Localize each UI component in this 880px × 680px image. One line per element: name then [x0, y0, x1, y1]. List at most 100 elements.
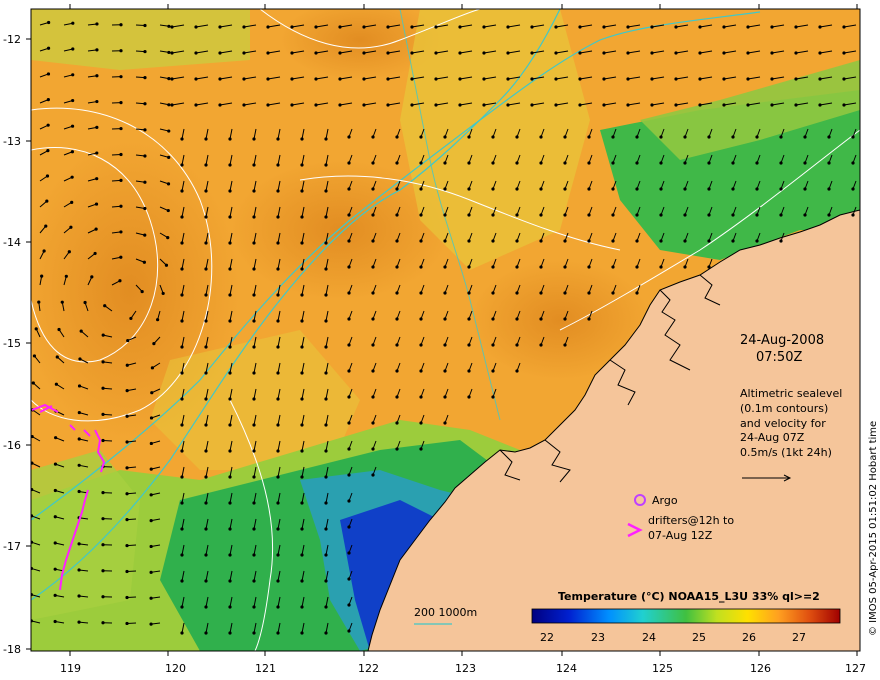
velocity-arrow-head [515, 187, 519, 191]
velocity-arrow-head [167, 50, 171, 55]
velocity-arrow-head [434, 103, 438, 107]
velocity-arrow-head [77, 489, 81, 494]
description-line: Altimetric sealevel [740, 387, 842, 400]
velocity-arrow-head [338, 51, 342, 55]
velocity-arrow-head [71, 73, 75, 77]
velocity-arrow-head [842, 51, 846, 55]
velocity-arrow-head [491, 213, 495, 217]
description-line: 0.5m/s (1kt 24h) [740, 446, 832, 459]
velocity-arrow-head [143, 206, 147, 211]
velocity-arrow-head [515, 265, 519, 269]
velocity-arrow-head [650, 51, 654, 55]
velocity-arrow-head [482, 25, 486, 29]
velocity-arrow-head [707, 187, 711, 191]
velocity-arrow-head [491, 161, 495, 165]
velocity-arrow-head [515, 291, 519, 295]
velocity-arrow-head [851, 187, 855, 191]
velocity-arrow-head [167, 24, 171, 28]
velocity-arrow-head [635, 265, 639, 269]
velocity-arrow-head [125, 440, 129, 444]
velocity-arrow-head [42, 249, 46, 253]
velocity-arrow-head [347, 343, 351, 347]
velocity-arrow-head [150, 366, 155, 370]
velocity-arrow-head [419, 265, 423, 269]
velocity-arrow-head [180, 501, 184, 505]
velocity-arrow-head [204, 371, 208, 375]
velocity-arrow-head [34, 327, 38, 331]
velocity-arrow-head [276, 579, 280, 583]
velocity-arrow-head [71, 47, 75, 51]
velocity-arrow-head [276, 605, 280, 609]
velocity-arrow-head [371, 343, 375, 347]
colorbar-tick: 25 [692, 631, 706, 644]
lon-tick-label: 121 [255, 662, 276, 675]
velocity-arrow-head [101, 333, 105, 337]
velocity-arrow-head [419, 239, 423, 243]
velocity-arrow-head [530, 51, 534, 55]
velocity-arrow-head [228, 293, 232, 297]
velocity-arrow-head [149, 441, 153, 446]
velocity-arrow-head [395, 421, 399, 425]
velocity-arrow-head [443, 187, 447, 191]
velocity-arrow-head [803, 161, 807, 165]
velocity-arrow-head [164, 263, 169, 267]
velocity-arrow-head [587, 291, 591, 295]
velocity-arrow-head [827, 161, 831, 165]
velocity-arrow-head [659, 213, 663, 217]
velocity-arrow-head [170, 25, 174, 29]
velocity-arrow-head [362, 51, 366, 55]
velocity-arrow-head [204, 241, 208, 245]
velocity-arrow-head [276, 319, 280, 323]
velocity-arrow-head [324, 163, 328, 167]
velocity-arrow-head [228, 423, 232, 427]
velocity-arrow-head [143, 102, 147, 106]
velocity-arrow-head [300, 267, 304, 271]
velocity-arrow-head [587, 239, 591, 243]
colorbar-tick: 26 [742, 631, 756, 644]
velocity-arrow-head [204, 137, 208, 141]
velocity-arrow-head [324, 371, 328, 375]
velocity-arrow-head [103, 304, 107, 308]
velocity-arrow-head [204, 449, 208, 453]
velocity-arrow-head [93, 251, 97, 256]
velocity-arrow-head [324, 293, 328, 297]
velocity-arrow-head [482, 77, 486, 81]
velocity-arrow-head [491, 135, 495, 139]
velocity-arrow-head [101, 491, 105, 495]
sst-map: -12 -13 -14 -15 -16 -17 -18 119 120 121 … [3, 4, 879, 675]
velocity-arrow-head [125, 414, 129, 418]
velocity-arrow-head [578, 51, 582, 55]
velocity-arrow-head [180, 319, 184, 323]
velocity-arrow-head [125, 543, 129, 548]
velocity-arrow-head [698, 103, 702, 107]
velocity-arrow-head [410, 77, 414, 81]
velocity-arrow-head [803, 135, 807, 139]
velocity-arrow-head [611, 291, 615, 295]
velocity-arrow-head [443, 317, 447, 321]
velocity-arrow-head [204, 163, 208, 167]
velocity-arrow-head [410, 103, 414, 107]
velocity-arrow-head [119, 255, 123, 259]
velocity-arrow-head [167, 155, 171, 159]
velocity-arrow-head [722, 77, 726, 81]
velocity-arrow-head [57, 327, 61, 332]
velocity-arrow-head [53, 462, 58, 466]
velocity-arrow-head [204, 423, 208, 427]
velocity-arrow-head [32, 354, 37, 358]
velocity-arrow-head [252, 137, 256, 141]
colorbar-tick: 27 [792, 631, 806, 644]
velocity-arrow-head [395, 187, 399, 191]
colorbar-tick: 24 [642, 631, 656, 644]
velocity-arrow-head [386, 77, 390, 81]
velocity-arrow-head [851, 135, 855, 139]
velocity-arrow-head [77, 384, 82, 388]
velocity-arrow-head [300, 397, 304, 401]
velocity-arrow-head [300, 501, 304, 505]
velocity-arrow-head [180, 397, 184, 401]
velocity-arrow-head [228, 501, 232, 505]
velocity-arrow-head [338, 77, 342, 81]
velocity-arrow-head [491, 187, 495, 191]
velocity-arrow-head [362, 25, 366, 29]
velocity-arrow-head [300, 449, 304, 453]
velocity-arrow-head [530, 77, 534, 81]
